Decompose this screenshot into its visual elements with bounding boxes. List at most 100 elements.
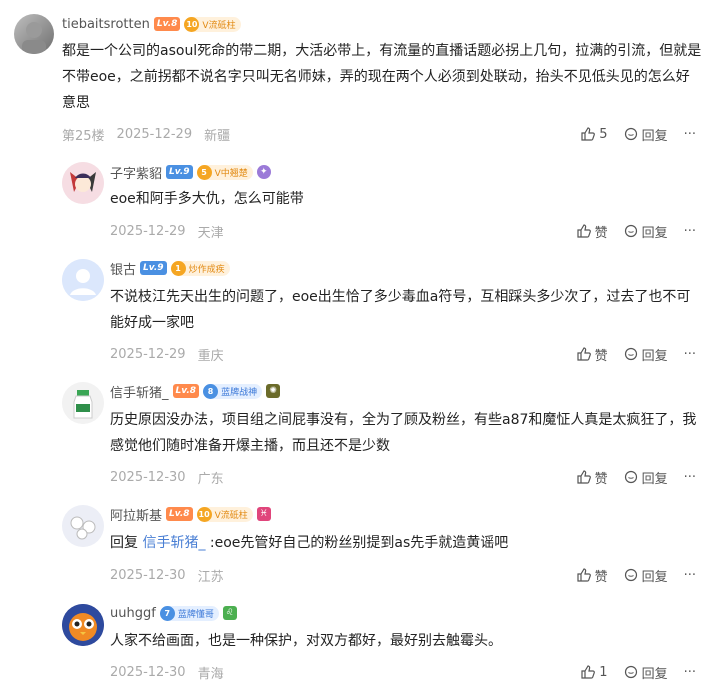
like-count: 1 bbox=[599, 664, 608, 680]
username[interactable]: 子字紫貂 bbox=[110, 163, 162, 182]
reply-button[interactable]: 回复 bbox=[624, 125, 668, 144]
comment-location: 广东 bbox=[197, 471, 224, 487]
reply-prefix: 回复 bbox=[110, 535, 138, 551]
comment-date: 2025-12-29 bbox=[116, 126, 193, 142]
more-button[interactable]: ··· bbox=[684, 347, 696, 362]
avatar-image bbox=[62, 505, 104, 547]
thumbs-up-icon bbox=[581, 127, 596, 141]
like-label: 赞 bbox=[594, 569, 608, 585]
comment-actions: 5 回复 ··· bbox=[565, 124, 696, 144]
comment-text: 历史原因没办法，项目组之间屁事没有，全为了顾及粉丝，有些a87和魔怔人真是太疯狂… bbox=[110, 412, 697, 454]
comment-location: 重庆 bbox=[197, 348, 224, 364]
comment-location: 江苏 bbox=[197, 569, 224, 585]
more-button[interactable]: ··· bbox=[684, 665, 696, 680]
reply-target-link[interactable]: 信手斩猪_ bbox=[142, 535, 205, 551]
fan-badge-number: 8 bbox=[203, 383, 219, 399]
user-info: 阿拉斯基 Lv.8 10 V流砥柱 ♓ bbox=[110, 504, 275, 524]
username[interactable]: uuhggf bbox=[110, 606, 156, 621]
comment-meta: 2025-12-29 天津 bbox=[110, 221, 236, 241]
level-badge: Lv.9 bbox=[166, 165, 193, 179]
reply-label: 回复 bbox=[641, 666, 668, 682]
reply-button[interactable]: 回复 bbox=[624, 345, 668, 364]
comment-date: 2025-12-29 bbox=[110, 223, 186, 239]
fan-badge-number: 1 bbox=[170, 260, 186, 276]
username[interactable]: 阿拉斯基 bbox=[110, 505, 162, 524]
comment-icon bbox=[624, 568, 637, 582]
thumbs-up-icon bbox=[576, 347, 591, 361]
fan-badge-number: 5 bbox=[196, 164, 212, 180]
comment-actions: 赞 回复 ··· bbox=[561, 467, 696, 487]
reply-button[interactable]: 回复 bbox=[624, 566, 668, 585]
like-button[interactable]: 赞 bbox=[576, 345, 608, 364]
comment-icon bbox=[624, 470, 637, 484]
comment-text: 人家不给画面，也是一种保护，对双方都好，最好别去触霉头。 bbox=[110, 633, 502, 649]
username[interactable]: tiebaitsrotten bbox=[62, 17, 150, 32]
avatar-image bbox=[22, 22, 46, 54]
user-info: 信手斩猪_ Lv.8 8 蓝牌战神 ✺ bbox=[110, 381, 284, 401]
fan-badge[interactable]: 10 V流砥柱 bbox=[184, 16, 241, 32]
comment-icon bbox=[624, 224, 637, 238]
fan-badge-label: 蓝牌战神 bbox=[221, 387, 258, 398]
thumbs-up-icon bbox=[576, 568, 591, 582]
pisces-icon: ♓ bbox=[256, 507, 271, 521]
more-button[interactable]: ··· bbox=[684, 470, 696, 485]
more-button[interactable]: ··· bbox=[684, 224, 696, 239]
leo-icon: ♌ bbox=[222, 606, 237, 620]
avatar[interactable] bbox=[62, 604, 104, 646]
fan-badge-label: V中翘楚 bbox=[214, 168, 248, 179]
user-info: uuhggf 7 蓝牌懂哥 ♌ bbox=[110, 603, 241, 623]
fan-badge-label: V流砥柱 bbox=[214, 510, 248, 521]
reply-body: :eoe先管好自己的粉丝别提到as先手就造黄谣吧 bbox=[209, 535, 509, 551]
like-label: 赞 bbox=[594, 471, 608, 487]
fan-badge[interactable]: 8 蓝牌战神 bbox=[203, 383, 263, 399]
reply-button[interactable]: 回复 bbox=[624, 222, 668, 241]
comment-location: 青海 bbox=[197, 666, 224, 682]
like-button[interactable]: 赞 bbox=[576, 222, 608, 241]
fan-badge-number: 7 bbox=[159, 605, 175, 621]
username[interactable]: 银古 bbox=[110, 259, 136, 278]
fan-badge[interactable]: 10 V流砥柱 bbox=[196, 506, 253, 522]
like-button[interactable]: 赞 bbox=[576, 468, 608, 487]
fan-badge-number: 10 bbox=[196, 506, 212, 522]
user-info: tiebaitsrotten Lv.8 10 V流砥柱 bbox=[62, 14, 245, 34]
fan-badge-label: 炒作成疾 bbox=[188, 264, 225, 275]
medal-icon: ✦ bbox=[256, 165, 271, 179]
fan-badge[interactable]: 5 V中翘楚 bbox=[196, 164, 253, 180]
avatar[interactable] bbox=[14, 14, 54, 54]
avatar[interactable] bbox=[62, 505, 104, 547]
avatar[interactable] bbox=[62, 259, 104, 301]
reply-button[interactable]: 回复 bbox=[624, 663, 668, 682]
comment-actions: 赞 回复 ··· bbox=[561, 565, 696, 585]
fan-badge-number: 10 bbox=[184, 16, 200, 32]
floor-number: 第25楼 bbox=[62, 128, 105, 144]
comment-text: eoe和阿手多大仇，怎么可能带 bbox=[110, 191, 304, 207]
reply-label: 回复 bbox=[641, 569, 668, 585]
reply-label: 回复 bbox=[641, 128, 668, 144]
comment-meta: 2025-12-30 江苏 bbox=[110, 565, 236, 585]
comment-actions: 赞 回复 ··· bbox=[561, 344, 696, 364]
reply-label: 回复 bbox=[641, 225, 668, 241]
comment-date: 2025-12-30 bbox=[110, 567, 186, 583]
avatar-image bbox=[62, 604, 104, 646]
level-badge: Lv.8 bbox=[166, 507, 193, 521]
like-button[interactable]: 1 bbox=[581, 664, 608, 680]
sun-icon: ✺ bbox=[266, 384, 281, 398]
fan-badge[interactable]: 7 蓝牌懂哥 bbox=[159, 605, 219, 621]
comment-date: 2025-12-30 bbox=[110, 664, 186, 680]
like-count: 5 bbox=[599, 126, 608, 142]
like-button[interactable]: 5 bbox=[581, 126, 608, 142]
username[interactable]: 信手斩猪_ bbox=[110, 382, 169, 401]
fan-badge[interactable]: 1 炒作成疾 bbox=[170, 260, 230, 276]
avatar[interactable] bbox=[62, 382, 104, 424]
comment-text: 都是一个公司的asoul死命的带二期，大活必带上，有流量的直播话题必拐上几句，拉… bbox=[62, 43, 702, 111]
reply-button[interactable]: 回复 bbox=[624, 468, 668, 487]
more-button[interactable]: ··· bbox=[684, 127, 696, 142]
avatar[interactable] bbox=[62, 162, 104, 204]
comment-icon bbox=[624, 127, 637, 141]
more-button[interactable]: ··· bbox=[684, 568, 696, 583]
like-button[interactable]: 赞 bbox=[576, 566, 608, 585]
level-badge: Lv.8 bbox=[172, 384, 200, 398]
comment-actions: 1 回复 ··· bbox=[565, 662, 696, 682]
user-info: 银古 Lv.9 1 炒作成疾 bbox=[110, 258, 234, 278]
thumbs-up-icon bbox=[581, 665, 596, 679]
